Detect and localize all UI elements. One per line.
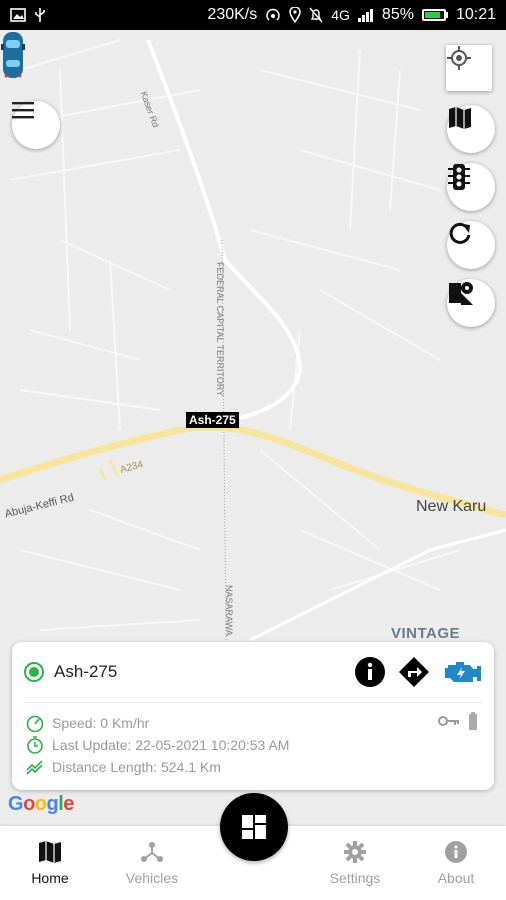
speedometer-icon [26,715,44,732]
network-speed: 230K/s [207,6,258,23]
last-update-text: Last Update: 22-05-2021 10:20:53 AM [52,737,290,753]
location-icon [289,7,301,23]
my-location-icon [447,46,471,70]
speed-row: Speed: 0 Km/hr [26,712,326,734]
satellite-icon [449,282,473,305]
my-location-button[interactable] [446,45,492,91]
vehicle-map-label[interactable]: Ash-275 [186,412,239,428]
nav-settings[interactable]: Settings [305,840,405,886]
traffic-light-icon [448,164,470,190]
card-divider [24,702,482,703]
refresh-button[interactable] [447,221,495,269]
nav-home[interactable]: Home [0,840,100,886]
vehicle-info-card[interactable]: Ash-275 Speed: 0 Km/hr Last Update: 22-0… [12,642,494,790]
vehicle-name: Ash-275 [54,662,118,681]
info-circle-icon [445,841,467,863]
map-layers-icon [449,107,471,129]
traffic-button[interactable] [447,163,495,211]
nav-home-label: Home [31,870,69,886]
route-icon [26,760,43,775]
status-bar: 230K/s 4G 85% 10:21 [0,0,506,30]
boundary-label-fct: FEDERAL CAPITAL TERRITORY [215,262,225,397]
hotspot-icon [266,8,280,21]
distance-row: Distance Length: 524.1 Km [26,756,326,778]
satellite-view-button[interactable] [447,279,495,327]
distance-text: Distance Length: 524.1 Km [52,759,221,775]
last-update-row: Last Update: 22-05-2021 10:20:53 AM [26,734,326,756]
dashboard-fab-button[interactable] [220,793,288,861]
mute-icon [309,7,323,23]
usb-icon [35,8,45,22]
nav-vehicles[interactable]: Vehicles [102,840,202,886]
place-label-new-karu: New Karu [416,498,487,515]
dashboard-icon [242,815,266,839]
battery-status-icon [469,712,477,730]
speed-text: Speed: 0 Km/hr [52,715,150,731]
vehicle-car-icon[interactable] [0,30,26,80]
nav-vehicles-label: Vehicles [125,870,179,886]
vehicles-network-icon [141,842,163,862]
nav-about-label: About [437,870,475,886]
ignition-key-icon [438,716,459,726]
clock: 10:21 [455,6,496,23]
online-status-icon [24,662,44,682]
directions-button[interactable] [398,656,430,688]
map-icon [39,841,61,863]
engine-icon[interactable] [442,657,482,687]
place-label-vintage: VINTAGE [391,625,461,642]
battery-percent: 85% [381,6,414,23]
hamburger-menu-icon [12,102,34,119]
info-button[interactable] [354,656,386,688]
boundary-label-nasarawa: NASARAWA [224,585,234,636]
nav-about[interactable]: About [406,840,506,886]
battery-icon [421,9,448,21]
image-icon [10,8,26,22]
gear-icon [344,841,366,863]
signal-icon [357,9,373,22]
nav-settings-label: Settings [329,870,381,886]
refresh-icon [449,222,471,244]
map-type-button[interactable] [447,105,495,153]
menu-button[interactable] [12,101,60,149]
network-type: 4G [331,7,350,23]
stopwatch-icon [27,736,43,754]
google-logo: Google [8,793,74,815]
